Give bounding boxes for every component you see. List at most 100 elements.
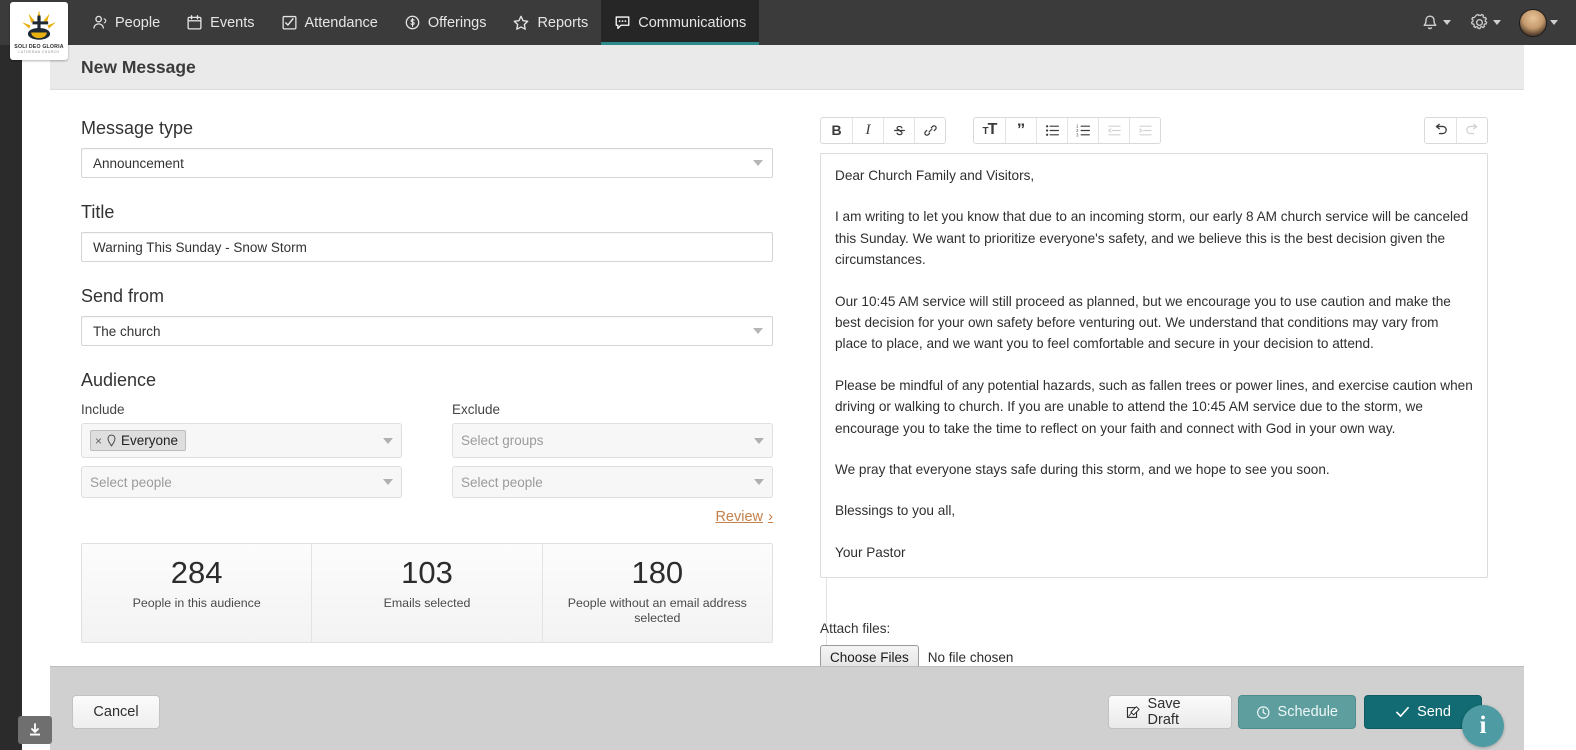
star-icon (514, 15, 529, 30)
download-button[interactable] (18, 716, 52, 744)
nav-right-actions (1420, 0, 1558, 45)
brand-logo[interactable]: SOLI DEO GLORIA LUTHERAN CHURCH (10, 2, 68, 60)
message-type-label: Message type (81, 118, 194, 138)
message-paragraph: We pray that everyone stays safe during … (835, 462, 1330, 478)
stat-caption: People without an email address selected (567, 595, 747, 626)
check-icon (1396, 706, 1409, 717)
stat-caption: People in this audience (132, 595, 261, 610)
message-paragraph: Dear Church Family and Visitors, (835, 168, 1035, 183)
indent-icon (1138, 125, 1152, 135)
nav-item-attendance[interactable]: Attendance (268, 0, 391, 45)
coin-icon (405, 15, 420, 30)
redo-button (1456, 117, 1487, 143)
clock-icon (1257, 705, 1270, 719)
numbered-list-button[interactable]: 1 2 3 (1067, 117, 1098, 143)
send-from-select[interactable]: The church (81, 316, 773, 346)
message-type-select[interactable]: Announcement (81, 148, 773, 178)
chevron-down-icon (753, 328, 763, 334)
indent-button (1129, 117, 1160, 143)
sunburst-cross-icon (22, 9, 56, 40)
save-draft-button[interactable]: Save Draft (1108, 695, 1232, 729)
remove-tag-icon[interactable]: × (95, 435, 102, 447)
undo-button[interactable] (1425, 117, 1456, 143)
chevron-down-icon (754, 437, 764, 444)
cancel-button[interactable]: Cancel (72, 695, 160, 729)
gear-icon (1470, 13, 1488, 30)
draft-icon (1126, 705, 1140, 718)
message-paragraph: Blessings to you all, (835, 503, 956, 519)
bulleted-list-button[interactable] (1036, 117, 1067, 143)
link-button[interactable] (914, 117, 945, 143)
save-draft-label: Save Draft (1147, 696, 1181, 728)
page-header: New Message (50, 45, 1524, 90)
nav-item-label: Communications (638, 14, 747, 31)
account-menu[interactable] (1519, 8, 1558, 37)
avatar (1519, 8, 1547, 37)
exclude-label: Exclude (452, 402, 501, 417)
undo-icon (1435, 123, 1447, 135)
stat-number: 180 (631, 555, 684, 590)
message-body-editor[interactable]: Dear Church Family and Visitors, I am wr… (820, 153, 1488, 578)
bulleted-list-icon (1045, 124, 1059, 136)
text-size-button[interactable]: TT (974, 117, 1005, 143)
title-value: Warning This Sunday - Snow Storm (93, 239, 307, 255)
exclude-groups-select[interactable]: Select groups (452, 423, 773, 458)
audience-tag-label: Everyone (121, 433, 179, 448)
nav-item-people[interactable]: People (78, 0, 173, 45)
nav-item-reports[interactable]: Reports (499, 0, 601, 45)
chevron-down-icon (383, 437, 393, 444)
bold-button[interactable]: B (821, 117, 852, 143)
chevron-down-icon (1493, 20, 1501, 25)
attach-files-section: Attach files: Choose Files No file chose… (820, 621, 1488, 670)
chat-icon (615, 16, 630, 30)
left-rail (0, 0, 22, 750)
toolbar-group-blocks: TT ” 1 2 3 (973, 116, 1161, 144)
audience-tag-everyone[interactable]: × Everyone (90, 430, 187, 451)
italic-button[interactable]: I (852, 117, 883, 143)
review-link[interactable]: Review › (715, 508, 773, 525)
notifications-button[interactable] (1420, 13, 1451, 33)
stat-number: 103 (401, 555, 453, 590)
toolbar-group-text-format: B I (820, 116, 946, 144)
redo-icon (1466, 123, 1478, 135)
info-button[interactable]: i (1462, 705, 1504, 747)
editor-toolbar: B I TT ” 1 2 3 (820, 116, 1488, 144)
outdent-icon (1107, 125, 1121, 135)
title-label: Title (81, 202, 115, 222)
audience-exclude-column: Exclude Select groups Select people (452, 402, 773, 506)
strikethrough-button[interactable] (883, 117, 914, 143)
stat-card: 180 People without an email address sele… (541, 544, 772, 642)
chevron-down-icon (753, 160, 763, 166)
nav-item-communications[interactable]: Communications (601, 0, 760, 45)
page-title: New Message (81, 56, 196, 77)
nav-item-label: Events (210, 14, 255, 31)
nav-item-label: Attendance (304, 14, 378, 31)
toolbar-group-history (1424, 116, 1488, 144)
message-paragraph: I am writing to let you know that due to… (835, 209, 1469, 268)
message-paragraph: Your Pastor (835, 544, 906, 560)
title-input[interactable]: Warning This Sunday - Snow Storm (81, 232, 773, 262)
calendar-icon (187, 15, 202, 30)
audience-heading: Audience (81, 370, 157, 390)
message-paragraph: Please be mindful of any potential hazar… (835, 377, 1473, 436)
nav-item-events[interactable]: Events (173, 0, 267, 45)
blockquote-button[interactable]: ” (1005, 117, 1036, 143)
numbered-list-icon: 1 2 3 (1076, 124, 1090, 137)
settings-button[interactable] (1469, 12, 1501, 33)
schedule-button[interactable]: Schedule (1238, 695, 1356, 729)
include-label: Include (81, 402, 125, 417)
schedule-label: Schedule (1277, 704, 1338, 720)
logo-subtext: LUTHERAN CHURCH (18, 49, 60, 54)
exclude-people-select[interactable]: Select people (452, 466, 773, 498)
nav-item-offerings[interactable]: Offerings (391, 0, 500, 45)
send-label: Send (1417, 704, 1451, 720)
include-people-select[interactable]: Select people (81, 466, 402, 498)
include-groups-select[interactable]: × Everyone (81, 423, 402, 458)
audience-stats: 284 People in this audience 103 Emails s… (81, 543, 773, 643)
chevron-down-icon (1443, 20, 1451, 25)
chevron-down-icon (1550, 20, 1558, 25)
link-icon (923, 124, 937, 136)
bell-icon (1423, 15, 1437, 29)
exclude-people-placeholder: Select people (461, 474, 543, 490)
audience-grid: Include × Everyone Select people Exclude… (81, 402, 795, 506)
